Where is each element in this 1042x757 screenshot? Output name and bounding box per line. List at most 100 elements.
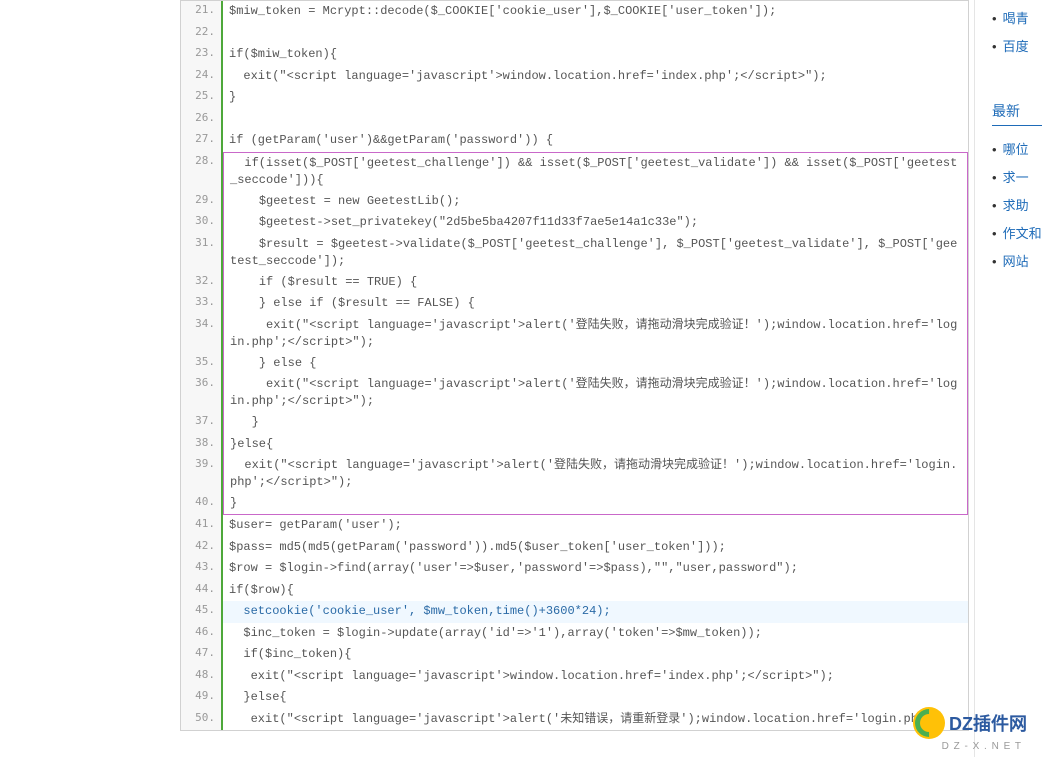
line-number: 28. bbox=[181, 152, 223, 191]
sidebar-link[interactable]: 哪位 bbox=[992, 136, 1042, 164]
sidebar-link[interactable]: 网站 bbox=[992, 248, 1042, 276]
line-number: 26. bbox=[181, 109, 223, 131]
sidebar: 喝青百度 最新 哪位求一求助作文和主网站 bbox=[982, 0, 1042, 757]
line-content[interactable]: } else if ($result == FALSE) { bbox=[223, 293, 968, 315]
code-line: 35. } else { bbox=[181, 353, 968, 375]
line-number: 29. bbox=[181, 191, 223, 213]
line-content[interactable]: $user= getParam('user'); bbox=[223, 515, 968, 537]
watermark-text: DZ插件网 bbox=[949, 710, 1027, 736]
code-line: 24. exit("<script language='javascript'>… bbox=[181, 66, 968, 88]
code-list: 21.$miw_token = Mcrypt::decode($_COOKIE[… bbox=[181, 1, 968, 730]
code-line: 50. exit("<script language='javascript'>… bbox=[181, 709, 968, 731]
line-content[interactable]: } else { bbox=[223, 353, 968, 375]
code-line: 25.} bbox=[181, 87, 968, 109]
line-number: 23. bbox=[181, 44, 223, 66]
line-content[interactable]: if($row){ bbox=[223, 580, 968, 602]
line-content[interactable]: $inc_token = $login->update(array('id'=>… bbox=[223, 623, 968, 645]
line-number: 22. bbox=[181, 23, 223, 45]
line-number: 47. bbox=[181, 644, 223, 666]
line-content[interactable]: $pass= md5(md5(getParam('password')).md5… bbox=[223, 537, 968, 559]
code-line: 37. } bbox=[181, 412, 968, 434]
line-number: 27. bbox=[181, 130, 223, 152]
line-number: 24. bbox=[181, 66, 223, 88]
line-content[interactable]: exit("<script language='javascript'>aler… bbox=[223, 315, 968, 353]
watermark-logo: DZ插件网 bbox=[913, 707, 1027, 739]
line-number: 43. bbox=[181, 558, 223, 580]
line-content[interactable]: $result = $geetest->validate($_POST['gee… bbox=[223, 234, 968, 272]
line-content[interactable]: $row = $login->find(array('user'=>$user,… bbox=[223, 558, 968, 580]
code-line: 45. setcookie('cookie_user', $mw_token,t… bbox=[181, 601, 968, 623]
code-line: 36. exit("<script language='javascript'>… bbox=[181, 374, 968, 412]
line-content[interactable]: if($miw_token){ bbox=[223, 44, 968, 66]
line-number: 38. bbox=[181, 434, 223, 456]
line-number: 42. bbox=[181, 537, 223, 559]
line-number: 31. bbox=[181, 234, 223, 272]
line-content[interactable]: $geetest->set_privatekey("2d5be5ba4207f1… bbox=[223, 212, 968, 234]
line-content[interactable]: setcookie('cookie_user', $mw_token,time(… bbox=[223, 601, 968, 623]
code-line: 44.if($row){ bbox=[181, 580, 968, 602]
sidebar-link[interactable]: 求助 bbox=[992, 192, 1042, 220]
code-line: 32. if ($result == TRUE) { bbox=[181, 272, 968, 294]
code-line: 48. exit("<script language='javascript'>… bbox=[181, 666, 968, 688]
line-number: 46. bbox=[181, 623, 223, 645]
code-line: 28. if(isset($_POST['geetest_challenge']… bbox=[181, 152, 968, 191]
line-number: 36. bbox=[181, 374, 223, 412]
code-line: 22. bbox=[181, 23, 968, 45]
code-line: 31. $result = $geetest->validate($_POST[… bbox=[181, 234, 968, 272]
line-content[interactable]: } bbox=[223, 493, 968, 515]
line-number: 41. bbox=[181, 515, 223, 537]
line-content[interactable] bbox=[223, 23, 968, 45]
line-content[interactable]: }else{ bbox=[223, 434, 968, 456]
code-line: 38.}else{ bbox=[181, 434, 968, 456]
line-content[interactable]: $miw_token = Mcrypt::decode($_COOKIE['co… bbox=[223, 1, 968, 23]
line-content[interactable]: exit("<script language='javascript'>aler… bbox=[223, 374, 968, 412]
sidebar-section-title: 最新 bbox=[992, 101, 1042, 126]
line-content[interactable] bbox=[223, 109, 968, 131]
line-content[interactable]: exit("<script language='javascript'>aler… bbox=[223, 455, 968, 493]
line-content[interactable]: exit("<script language='javascript'>wind… bbox=[223, 666, 968, 688]
code-line: 47. if($inc_token){ bbox=[181, 644, 968, 666]
code-line: 29. $geetest = new GeetestLib(); bbox=[181, 191, 968, 213]
line-content[interactable]: } bbox=[223, 412, 968, 434]
line-number: 30. bbox=[181, 212, 223, 234]
code-line: 40.} bbox=[181, 493, 968, 515]
code-line: 23.if($miw_token){ bbox=[181, 44, 968, 66]
line-number: 32. bbox=[181, 272, 223, 294]
code-line: 21.$miw_token = Mcrypt::decode($_COOKIE[… bbox=[181, 1, 968, 23]
sidebar-link[interactable]: 喝青 bbox=[992, 5, 1042, 33]
line-content[interactable]: if($inc_token){ bbox=[223, 644, 968, 666]
code-line: 33. } else if ($result == FALSE) { bbox=[181, 293, 968, 315]
code-line: 46. $inc_token = $login->update(array('i… bbox=[181, 623, 968, 645]
line-number: 35. bbox=[181, 353, 223, 375]
line-number: 33. bbox=[181, 293, 223, 315]
line-number: 37. bbox=[181, 412, 223, 434]
line-content[interactable]: $geetest = new GeetestLib(); bbox=[223, 191, 968, 213]
line-number: 45. bbox=[181, 601, 223, 623]
line-content[interactable]: } bbox=[223, 87, 968, 109]
code-line: 41.$user= getParam('user'); bbox=[181, 515, 968, 537]
line-content[interactable]: exit("<script language='javascript'>wind… bbox=[223, 66, 968, 88]
line-number: 50. bbox=[181, 709, 223, 731]
line-content[interactable]: if(isset($_POST['geetest_challenge']) &&… bbox=[223, 152, 968, 191]
sidebar-link[interactable]: 作文和主 bbox=[992, 220, 1042, 248]
code-line: 34. exit("<script language='javascript'>… bbox=[181, 315, 968, 353]
line-number: 39. bbox=[181, 455, 223, 493]
code-line: 39. exit("<script language='javascript'>… bbox=[181, 455, 968, 493]
line-content[interactable]: if (getParam('user')&&getParam('password… bbox=[223, 130, 968, 152]
line-number: 48. bbox=[181, 666, 223, 688]
line-number: 34. bbox=[181, 315, 223, 353]
watermark-subtext: D Z - X . N E T bbox=[942, 741, 1022, 752]
line-number: 49. bbox=[181, 687, 223, 709]
line-content[interactable]: if ($result == TRUE) { bbox=[223, 272, 968, 294]
dz-logo-icon bbox=[913, 707, 945, 739]
code-line: 49. }else{ bbox=[181, 687, 968, 709]
line-content[interactable]: exit("<script language='javascript'>aler… bbox=[223, 709, 968, 731]
sidebar-link[interactable]: 求一 bbox=[992, 164, 1042, 192]
code-block: 21.$miw_token = Mcrypt::decode($_COOKIE[… bbox=[180, 0, 969, 731]
line-number: 25. bbox=[181, 87, 223, 109]
code-line: 42.$pass= md5(md5(getParam('password')).… bbox=[181, 537, 968, 559]
code-line: 30. $geetest->set_privatekey("2d5be5ba42… bbox=[181, 212, 968, 234]
code-line: 26. bbox=[181, 109, 968, 131]
line-content[interactable]: }else{ bbox=[223, 687, 968, 709]
sidebar-link[interactable]: 百度 bbox=[992, 33, 1042, 61]
